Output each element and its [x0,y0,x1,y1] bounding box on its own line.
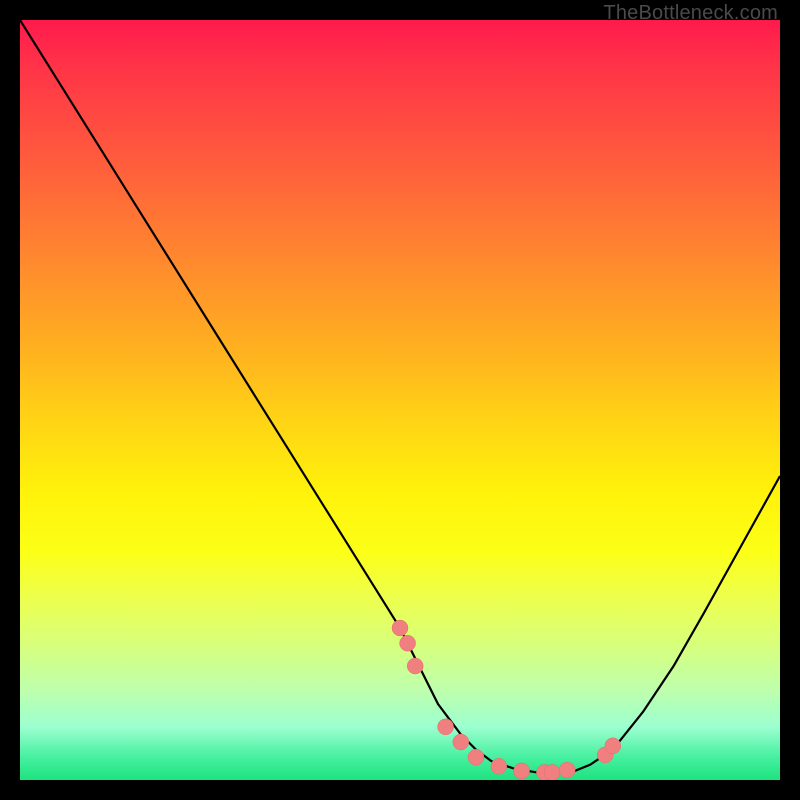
watermark-text: TheBottleneck.com [603,2,778,25]
marker-point [400,635,416,651]
marker-point [605,738,621,754]
marker-point [514,763,530,779]
marker-point [438,719,454,735]
marker-point [468,749,484,765]
chart-frame: TheBottleneck.com [0,0,800,800]
marker-point [453,734,469,750]
bottleneck-curve [20,20,780,772]
marker-point [544,764,560,780]
marker-point [491,758,507,774]
marker-point [559,762,575,778]
curve-layer [20,20,780,780]
plot-area [20,20,780,780]
marker-point [407,658,423,674]
marker-group [392,620,621,780]
marker-point [392,620,408,636]
